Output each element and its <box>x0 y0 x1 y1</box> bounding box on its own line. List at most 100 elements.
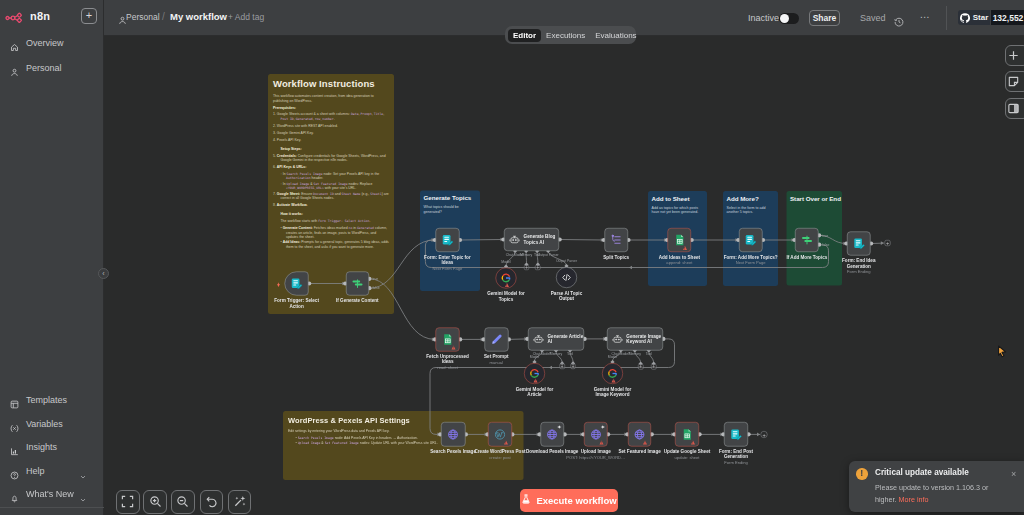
panel-icon <box>1007 102 1020 115</box>
node-plus-topics-tool[interactable]: + <box>535 265 540 270</box>
node-generate-image-keyword-ai[interactable]: Generate Image Keyword AI <box>607 327 663 350</box>
node-gemini-model-for-image-keyword[interactable] <box>602 363 623 384</box>
form-node-icon <box>290 277 303 290</box>
sidebar: n8n + Overview Personal Templates Variables… <box>0 0 104 515</box>
subnode-port-label: Model <box>593 355 633 359</box>
issue-warning-icon <box>534 379 538 383</box>
chevron-down-icon <box>79 467 87 475</box>
sidebar-item-templates[interactable]: Templates <box>0 394 104 411</box>
pencil-node-icon <box>490 333 503 346</box>
node-set-featured-image[interactable] <box>628 422 651 446</box>
tab-executions[interactable]: Executions <box>541 29 590 42</box>
github-star-button[interactable]: Star <box>958 10 990 25</box>
node-plus-article-memory[interactable]: + <box>560 364 565 369</box>
node-download-pexels-image[interactable]: ✦ <box>540 422 564 446</box>
node-plus-keyword-memory[interactable]: + <box>638 364 643 369</box>
node-add-ideas-to-sheet[interactable] <box>668 228 692 252</box>
issue-warning-icon <box>504 441 508 445</box>
node-form-add-more-topics[interactable] <box>739 228 763 252</box>
history-icon[interactable] <box>894 13 904 23</box>
node-search-pexels-image[interactable] <box>441 422 465 446</box>
chevron-down-icon <box>79 490 87 498</box>
node-title: Parse AI Topic Output <box>527 291 607 302</box>
sticky-icon <box>1007 75 1020 88</box>
zoom-in-button[interactable] <box>143 490 167 514</box>
sparkle-icon: ✦ <box>557 424 562 431</box>
node-form-end-idea-generation[interactable] <box>847 232 871 256</box>
github-star-count[interactable]: 132,552 <box>991 10 1024 25</box>
share-button[interactable]: Share <box>809 10 840 26</box>
sidebar-item-variables[interactable]: Variables <box>0 418 104 435</box>
reset-zoom-button[interactable] <box>200 490 224 514</box>
node-gemini-model-for-article[interactable] <box>524 363 545 384</box>
node-fetch-unprocessed-ideas[interactable] <box>436 327 460 351</box>
node-plus-topics-memory[interactable]: + <box>524 265 529 270</box>
toast-close-icon[interactable]: × <box>1011 469 1016 479</box>
more-menu-button[interactable]: ... <box>920 9 930 20</box>
output-label-true: true <box>372 277 378 281</box>
node-gemini-model-for-topics[interactable] <box>496 268 517 289</box>
node-form-end-post-generation[interactable] <box>724 422 748 446</box>
sidebar-item-label: Templates <box>26 394 67 406</box>
workflow-canvas[interactable]: Workflow InstructionsThis workflow autom… <box>104 36 1024 515</box>
github-star-widget[interactable]: Star 132,552 <box>958 10 1024 25</box>
node-plus-article-tool[interactable]: + <box>570 364 575 369</box>
issue-warning-icon <box>452 345 456 349</box>
zoom-out-button[interactable] <box>171 490 195 514</box>
sidebar-collapse-button[interactable]: ‹ <box>98 268 109 279</box>
tab-evaluations[interactable]: Evaluations <box>590 29 641 42</box>
node-subtitle: read: sheet <box>403 365 493 370</box>
bell-icon <box>10 489 19 498</box>
node-if-generate-content[interactable] <box>346 272 369 296</box>
node-subtitle: Form Ending <box>814 269 904 274</box>
tidy-up-button[interactable] <box>228 490 252 514</box>
tab-editor[interactable]: Editor <box>508 29 541 42</box>
node-update-google-sheet[interactable] <box>675 422 699 446</box>
form-node-icon <box>441 234 454 247</box>
breadcrumb-project[interactable]: Personal <box>126 12 160 22</box>
node-upload-image[interactable]: ✦ <box>584 422 608 446</box>
ai-port-label: Tool <box>550 352 590 356</box>
add-node-button[interactable] <box>1005 45 1024 66</box>
node-subtitle: create: post <box>455 455 545 460</box>
n8n-logo-icon[interactable] <box>5 9 27 23</box>
more-info-link[interactable]: More info <box>899 495 929 504</box>
sheets-node-icon <box>673 234 686 247</box>
node-endpoint-idea[interactable]: + <box>884 240 890 246</box>
n8n-logo-text: n8n <box>30 10 50 22</box>
active-toggle[interactable] <box>779 13 799 24</box>
node-subtitle: Next Form Page <box>706 260 796 265</box>
update-toast: ! Critical update available Please updat… <box>849 461 1024 512</box>
robot-node-icon <box>612 333 623 344</box>
node-form-enter-topic-for-ideas[interactable] <box>435 228 459 252</box>
node-parse-ai-topic-output[interactable] <box>556 267 577 288</box>
sidebar-item-whats-new[interactable]: What's New <box>0 488 104 505</box>
subnode-port-label: Model <box>515 355 555 359</box>
add-sticky-button[interactable] <box>1005 71 1024 92</box>
sidebar-item-personal[interactable]: Personal <box>0 62 104 79</box>
workflow-title[interactable]: My workflow <box>170 11 227 22</box>
add-workflow-button[interactable]: + <box>81 8 97 24</box>
node-if-add-more-topics[interactable] <box>795 228 819 252</box>
sidebar-item-insights[interactable]: Insights <box>0 441 104 458</box>
fit-view-button[interactable] <box>116 490 140 514</box>
node-form-trigger-select-action[interactable] <box>285 272 309 296</box>
node-generate-article-ai[interactable]: Generate Article AI <box>528 327 584 350</box>
node-plus-keyword-tool[interactable]: + <box>651 364 656 369</box>
sidebar-item-label: Insights <box>26 441 57 453</box>
add-tag-button[interactable]: + Add tag <box>228 12 264 22</box>
node-set-prompt[interactable] <box>484 327 508 351</box>
trigger-bolt-icon <box>277 281 281 290</box>
sidebar-item-help[interactable]: Help <box>0 465 104 482</box>
output-label-false: false <box>372 286 379 290</box>
execute-workflow-button[interactable]: Execute workflow <box>520 489 618 512</box>
node-generate-blog-topics-ai[interactable]: Generate Blog Topics AI <box>504 228 559 251</box>
sidebar-item-label: Overview <box>26 37 64 49</box>
node-split-topics[interactable] <box>604 228 628 252</box>
ai-port-label: Tool <box>629 352 669 356</box>
node-create-wordpress-post[interactable] <box>488 422 512 446</box>
toggle-panel-button[interactable] <box>1005 98 1024 119</box>
sidebar-item-label: Help <box>26 465 45 477</box>
sidebar-item-overview[interactable]: Overview <box>0 37 104 54</box>
form-node-icon <box>852 237 865 250</box>
